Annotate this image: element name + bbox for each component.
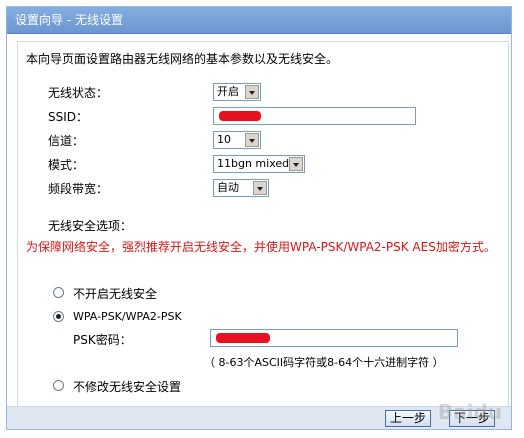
psk-redaction (216, 333, 270, 343)
bandwidth-label: 频段带宽： (48, 182, 109, 196)
channel-select[interactable]: 10 (213, 131, 261, 149)
wizard-window: 设置向导 - 无线设置 本向导页面设置路由器无线网络的基本参数以及无线安全。 无… (6, 6, 512, 430)
ssid-input[interactable] (213, 107, 416, 125)
button-bar: 上一步 下一步 (7, 406, 511, 429)
mode-value: 11bgn mixed (217, 157, 290, 170)
intro-text: 本向导页面设置路由器无线网络的基本参数以及无线安全。 (26, 52, 339, 66)
channel-value: 10 (217, 133, 231, 146)
wireless-status-value: 开启 (217, 85, 239, 98)
keep-settings-label: 不修改无线安全设置 (73, 380, 182, 394)
bandwidth-select[interactable]: 自动 (213, 179, 269, 197)
radio-no-security[interactable] (53, 287, 64, 298)
radio-wpa-psk[interactable] (53, 311, 64, 322)
baidu-watermark: Baidu (437, 400, 502, 424)
psk-password-label: PSK密码： (73, 333, 132, 347)
wireless-status-label: 无线状态： (48, 86, 109, 100)
mode-select[interactable]: 11bgn mixed (213, 155, 305, 173)
radio-keep-settings[interactable] (53, 380, 64, 391)
security-heading: 无线安全选项： (48, 219, 133, 233)
wpa-psk-label: WPA-PSK/WPA2-PSK (73, 310, 182, 323)
bandwidth-value: 自动 (217, 181, 239, 194)
security-warning: 为保障网络安全，强烈推荐开启无线安全，并使用WPA-PSK/WPA2-PSK A… (26, 240, 496, 254)
no-security-label: 不开启无线安全 (73, 287, 158, 301)
mode-label: 模式： (48, 158, 85, 172)
psk-password-input[interactable] (210, 329, 458, 347)
chevron-down-icon (289, 157, 303, 171)
chevron-down-icon (245, 133, 259, 147)
settings-pane: 本向导页面设置路由器无线网络的基本参数以及无线安全。 无线状态： 开启 SSID… (17, 41, 509, 412)
window-title: 设置向导 - 无线设置 (7, 7, 511, 34)
chevron-down-icon (245, 85, 259, 99)
back-button[interactable]: 上一步 (385, 410, 431, 427)
chevron-down-icon (253, 181, 267, 195)
wireless-status-select[interactable]: 开启 (213, 83, 261, 101)
ssid-label: SSID： (48, 110, 89, 124)
psk-hint: （ 8-63个ASCII码字符或8-64个十六进制字符 ） (204, 356, 444, 369)
channel-label: 信道： (48, 134, 85, 148)
ssid-redaction (219, 111, 261, 121)
